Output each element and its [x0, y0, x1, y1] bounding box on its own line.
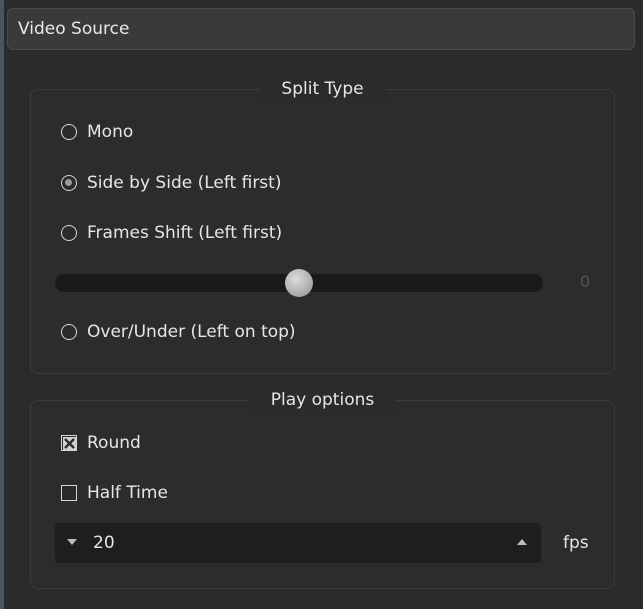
- x-mark-icon: [62, 436, 76, 450]
- split-type-title: Split Type: [259, 78, 386, 100]
- radio-button[interactable]: [61, 124, 77, 140]
- window-left-edge: [0, 0, 4, 609]
- checkbox-round[interactable]: Round: [61, 433, 141, 453]
- play-options-group: Play options Round Half Time 20 fps: [30, 389, 615, 589]
- checkbox-unchecked[interactable]: [61, 485, 77, 501]
- split-type-group: Split Type Mono Side by Side (Left first…: [30, 78, 615, 374]
- slider-thumb[interactable]: [285, 269, 313, 297]
- radio-side-by-side[interactable]: Side by Side (Left first): [61, 173, 281, 193]
- radio-side-by-side-label: Side by Side (Left first): [87, 173, 282, 193]
- checkbox-checked[interactable]: [61, 435, 77, 451]
- radio-frames-shift-label: Frames Shift (Left first): [87, 223, 283, 243]
- radio-button[interactable]: [61, 225, 77, 241]
- radio-mono-label: Mono: [87, 122, 134, 142]
- radio-button[interactable]: [61, 324, 77, 340]
- radio-over-under[interactable]: Over/Under (Left on top): [61, 322, 296, 342]
- frames-shift-value: 0: [580, 272, 591, 291]
- radio-over-under-label: Over/Under (Left on top): [87, 322, 296, 342]
- chevron-down-icon[interactable]: [67, 539, 77, 545]
- play-options-title: Play options: [248, 389, 397, 411]
- radio-frames-shift[interactable]: Frames Shift (Left first): [61, 223, 282, 243]
- frames-shift-slider[interactable]: [55, 269, 543, 297]
- checkbox-half-time-label: Half Time: [87, 483, 168, 503]
- radio-mono[interactable]: Mono: [61, 122, 133, 142]
- panel-title: Video Source: [18, 19, 130, 39]
- chevron-up-icon[interactable]: [517, 539, 527, 545]
- panel-header: Video Source: [7, 8, 635, 50]
- checkbox-round-label: Round: [87, 433, 141, 453]
- fps-unit-label: fps: [563, 533, 589, 553]
- fps-value: 20: [93, 533, 115, 553]
- checkbox-half-time[interactable]: Half Time: [61, 483, 168, 503]
- radio-button[interactable]: [61, 175, 77, 191]
- fps-select[interactable]: 20: [55, 523, 541, 563]
